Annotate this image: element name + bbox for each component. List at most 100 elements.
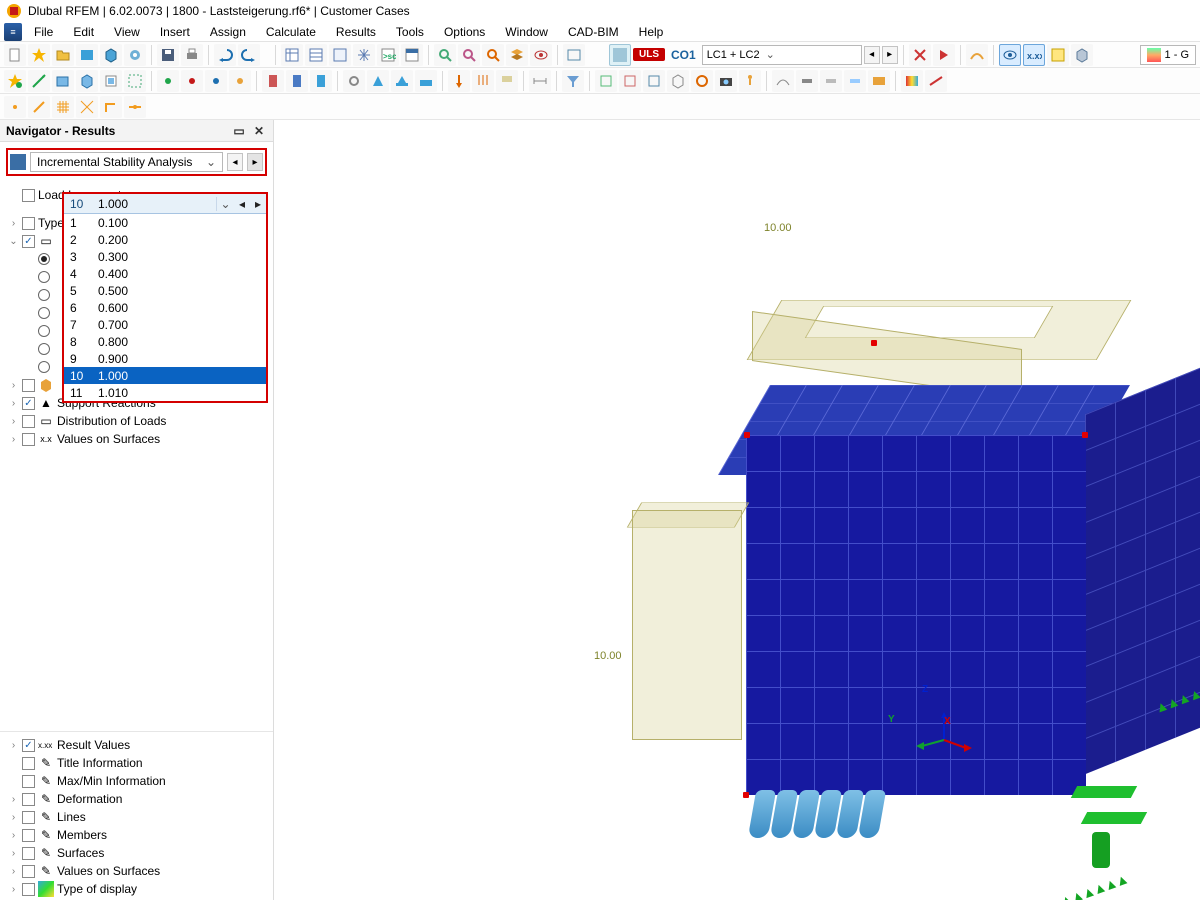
increment-prev-icon[interactable]: ◂ <box>234 197 250 211</box>
loadcase-left-icon[interactable] <box>609 44 631 66</box>
support-surface-icon[interactable] <box>415 70 437 92</box>
eye-icon[interactable] <box>530 44 552 66</box>
app-menu-icon[interactable]: ≡ <box>4 23 22 41</box>
menu-assign[interactable]: Assign <box>200 23 256 41</box>
increment-option[interactable]: 20.200 <box>64 231 266 248</box>
tree-lines[interactable]: ›✎Lines <box>2 808 271 826</box>
result-deform-icon[interactable] <box>966 44 988 66</box>
expand-icon[interactable]: › <box>8 218 19 229</box>
checkbox-icon[interactable] <box>22 811 35 824</box>
menu-options[interactable]: Options <box>434 23 495 41</box>
menu-tools[interactable]: Tools <box>386 23 434 41</box>
isoband-icon[interactable] <box>901 70 923 92</box>
result-values-icon[interactable]: x.xx <box>1023 44 1045 66</box>
delete-result-arrow-icon[interactable] <box>933 44 955 66</box>
select-rect-icon[interactable] <box>124 70 146 92</box>
checkbox-icon[interactable] <box>22 379 35 392</box>
print-icon[interactable] <box>181 44 203 66</box>
increment-option-selected[interactable]: 101.000 <box>64 367 266 384</box>
checkbox-icon[interactable] <box>22 847 35 860</box>
checkbox-icon[interactable] <box>22 397 35 410</box>
menu-cad-bim[interactable]: CAD-BIM <box>558 23 629 41</box>
menu-calculate[interactable]: Calculate <box>256 23 326 41</box>
loadcase-next-icon[interactable]: ▸ <box>882 46 898 64</box>
panel-close-icon[interactable]: ✕ <box>251 124 267 138</box>
snap-node-icon[interactable] <box>4 96 26 118</box>
open-icon[interactable] <box>52 44 74 66</box>
tree-title-info[interactable]: ✎Title Information <box>2 754 271 772</box>
view-select-combo[interactable]: 1 - G <box>1140 45 1196 65</box>
expand-icon[interactable]: › <box>8 380 19 391</box>
checkbox-icon[interactable] <box>22 415 35 428</box>
increment-option[interactable]: 80.800 <box>64 333 266 350</box>
expand-icon[interactable]: › <box>8 416 19 427</box>
collapse-icon[interactable]: ⌄ <box>8 236 19 247</box>
iso-cube-icon[interactable] <box>1071 44 1093 66</box>
section-blue-icon[interactable] <box>286 70 308 92</box>
tree-result-values[interactable]: ›x.xxResult Values <box>2 736 271 754</box>
increment-option[interactable]: 40.400 <box>64 265 266 282</box>
menu-edit[interactable]: Edit <box>63 23 104 41</box>
tree-surfaces[interactable]: ›✎Surfaces <box>2 844 271 862</box>
increment-option[interactable]: 90.900 <box>64 350 266 367</box>
increment-option[interactable]: 10.100 <box>64 214 266 231</box>
tree-values-surfaces[interactable]: › x.x Values on Surfaces <box>2 430 271 448</box>
load-node-icon[interactable] <box>448 70 470 92</box>
line-star-icon[interactable] <box>28 70 50 92</box>
tree-distribution-loads[interactable]: › ▭ Distribution of Loads <box>2 412 271 430</box>
table-data-icon[interactable] <box>305 44 327 66</box>
checkbox-icon[interactable] <box>22 433 35 446</box>
menu-results[interactable]: Results <box>326 23 386 41</box>
layers-icon[interactable] <box>506 44 528 66</box>
snap-perp-icon[interactable] <box>100 96 122 118</box>
load-increment-dropdown[interactable]: 10 1.000 ⌄ ◂ ▸ 10.100 20.200 30.300 40.4… <box>62 192 268 403</box>
dim-tool-icon[interactable] <box>529 70 551 92</box>
snap-mid-icon[interactable] <box>124 96 146 118</box>
opening-star-icon[interactable] <box>100 70 122 92</box>
load-surface-icon[interactable] <box>496 70 518 92</box>
radio-icon[interactable] <box>38 325 50 337</box>
delete-result-icon[interactable] <box>909 44 931 66</box>
snap-grid-icon[interactable] <box>52 96 74 118</box>
mesh-icon[interactable] <box>353 44 375 66</box>
3d-viewport[interactable]: 10.00 10.00 <box>274 120 1200 900</box>
new-file-icon[interactable] <box>4 44 26 66</box>
navigator-bottom-tree[interactable]: ›x.xxResult Values ✎Title Information ✎M… <box>0 731 273 900</box>
model-gear-icon[interactable] <box>124 44 146 66</box>
redo-icon[interactable] <box>238 44 260 66</box>
analysis-prev-icon[interactable]: ◂ <box>227 153 243 171</box>
table-nav-icon[interactable] <box>281 44 303 66</box>
support-node-icon[interactable] <box>367 70 389 92</box>
checkbox-icon[interactable] <box>22 189 35 202</box>
analysis-next-icon[interactable]: ▸ <box>247 153 263 171</box>
find-selected-icon[interactable] <box>458 44 480 66</box>
node-yellow-icon[interactable] <box>229 70 251 92</box>
save-icon[interactable] <box>157 44 179 66</box>
node-green-icon[interactable] <box>157 70 179 92</box>
checkbox-icon[interactable] <box>22 757 35 770</box>
menu-window[interactable]: Window <box>495 23 558 41</box>
tree-deformation[interactable]: ›✎Deformation <box>2 790 271 808</box>
walkmode-icon[interactable] <box>739 70 761 92</box>
section-cyan-icon[interactable] <box>310 70 332 92</box>
render-solid-b-icon[interactable] <box>820 70 842 92</box>
radio-icon[interactable] <box>38 289 50 301</box>
increment-option[interactable]: 60.600 <box>64 299 266 316</box>
new-star-icon[interactable] <box>28 44 50 66</box>
find-icon[interactable] <box>434 44 456 66</box>
radio-icon[interactable] <box>38 271 50 283</box>
menu-help[interactable]: Help <box>629 23 674 41</box>
render-solid-a-icon[interactable] <box>796 70 818 92</box>
radio-icon[interactable] <box>38 361 50 373</box>
checkbox-icon[interactable] <box>22 775 35 788</box>
render-trans-icon[interactable] <box>844 70 866 92</box>
calc-params-icon[interactable] <box>329 44 351 66</box>
camera-icon[interactable] <box>715 70 737 92</box>
increment-option[interactable]: 30.300 <box>64 248 266 265</box>
new-model-star-icon[interactable] <box>4 70 26 92</box>
checkbox-icon[interactable] <box>22 217 35 230</box>
surface-star-icon[interactable] <box>52 70 74 92</box>
increment-list[interactable]: 10.100 20.200 30.300 40.400 50.500 60.60… <box>64 214 266 401</box>
chevron-down-icon[interactable]: ⌄ <box>216 197 234 211</box>
undo-icon[interactable] <box>214 44 236 66</box>
